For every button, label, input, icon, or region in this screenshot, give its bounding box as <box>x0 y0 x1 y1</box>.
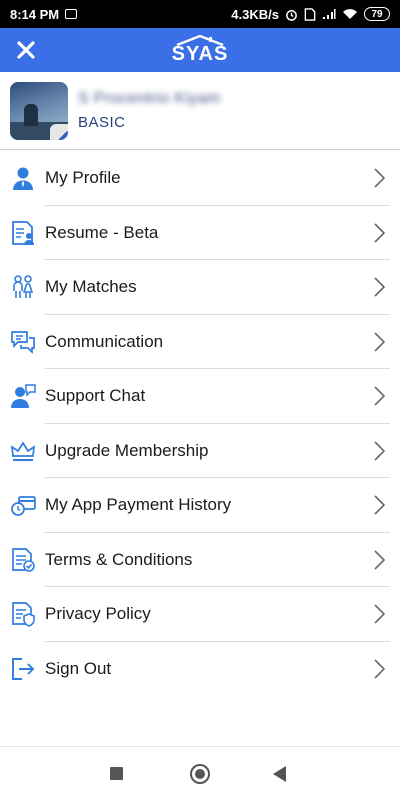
menu-label: Privacy Policy <box>45 604 151 624</box>
roof-icon <box>176 34 224 46</box>
close-icon <box>17 41 35 59</box>
menu-label: My App Payment History <box>45 495 232 515</box>
signal-icon <box>323 9 336 19</box>
chevron-right-icon <box>374 331 386 352</box>
user-name: S Procentrio Kiyam <box>78 90 221 107</box>
avatar[interactable] <box>10 82 68 140</box>
chevron-right-icon <box>374 549 386 570</box>
menu-label: Support Chat <box>45 386 146 406</box>
chevron-right-icon <box>374 168 386 188</box>
home-button[interactable] <box>190 764 210 784</box>
crown-icon <box>10 440 36 461</box>
menu-item-sign-out[interactable]: Sign Out <box>0 642 400 697</box>
edit-avatar-button[interactable] <box>50 124 68 140</box>
alarm-icon <box>286 9 297 21</box>
sign-out-icon <box>12 657 35 680</box>
close-button[interactable] <box>10 34 42 66</box>
app-logo: SYAS <box>170 32 230 68</box>
menu-item-my-profile[interactable]: My Profile <box>0 151 400 206</box>
logo-text: SYAS <box>171 43 229 65</box>
menu-label: Sign Out <box>45 658 112 678</box>
menu-item-my-matches[interactable]: My Matches <box>0 260 400 315</box>
menu-item-privacy-policy[interactable]: Privacy Policy <box>0 587 400 642</box>
membership-level: BASIC <box>78 114 126 131</box>
menu-item-upgrade-membership[interactable]: Upgrade Membership <box>0 424 400 478</box>
chevron-right-icon <box>374 658 386 679</box>
notification-icon <box>65 9 78 19</box>
menu-label: Resume - Beta <box>45 222 159 242</box>
menu-label: Upgrade Membership <box>45 440 209 460</box>
back-button[interactable] <box>273 766 286 782</box>
privacy-document-icon <box>12 602 35 627</box>
resume-icon <box>12 220 34 245</box>
menu-item-resume[interactable]: Resume - Beta <box>0 206 400 260</box>
menu-label: My Profile <box>45 168 121 188</box>
status-bar: 8:14 PM 4.3KB/s 79 <box>0 0 400 28</box>
menu-label: Communication <box>45 331 164 351</box>
payment-history-icon <box>11 496 36 516</box>
battery-indicator: 79 <box>364 7 390 21</box>
chevron-right-icon <box>374 277 386 297</box>
user-icon <box>13 167 33 190</box>
app-header: SYAS <box>0 28 400 72</box>
menu-item-communication[interactable]: Communication <box>0 315 400 369</box>
status-time: 8:14 PM <box>10 6 60 22</box>
menu-item-terms-conditions[interactable]: Terms & Conditions <box>0 533 400 587</box>
network-speed: 4.3KB/s <box>231 6 279 22</box>
recents-button[interactable] <box>110 767 123 780</box>
menu-list: My Profile Resume - Beta My Matches Comm… <box>0 151 400 696</box>
chevron-right-icon <box>374 604 386 624</box>
wifi-icon <box>343 9 357 19</box>
pencil-icon <box>58 131 68 140</box>
system-nav-bar <box>0 746 400 800</box>
terms-document-icon <box>12 547 35 572</box>
menu-item-payment-history[interactable]: My App Payment History <box>0 478 400 533</box>
chat-bubbles-icon <box>11 330 35 354</box>
profile-section: S Procentrio Kiyam BASIC <box>0 72 400 150</box>
chevron-right-icon <box>374 222 386 243</box>
menu-label: My Matches <box>45 277 137 297</box>
menu-item-support-chat[interactable]: Support Chat <box>0 369 400 424</box>
chevron-right-icon <box>374 440 386 461</box>
chevron-right-icon <box>374 495 386 515</box>
couple-icon <box>13 275 34 298</box>
sim-icon <box>304 7 316 21</box>
support-icon <box>11 384 36 408</box>
menu-label: Terms & Conditions <box>45 549 193 569</box>
chevron-right-icon <box>374 386 386 406</box>
